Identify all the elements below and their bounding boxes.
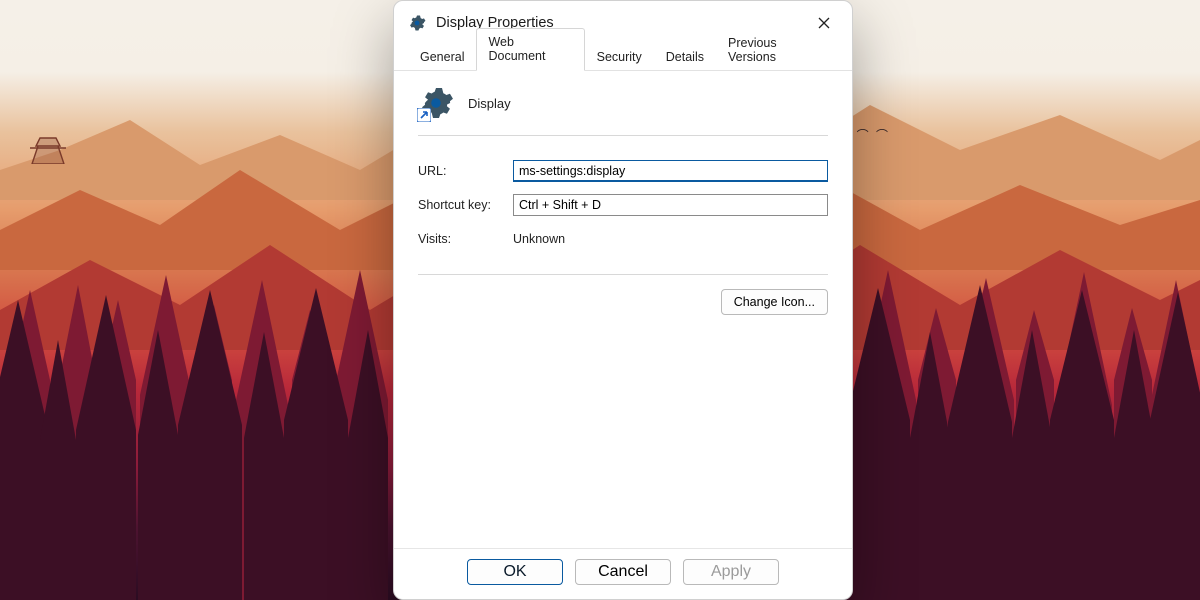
- ok-button[interactable]: OK: [467, 559, 563, 585]
- wallpaper-watchtower: [28, 136, 68, 164]
- close-icon: [818, 17, 830, 29]
- shortcut-key-label: Shortcut key:: [418, 198, 513, 212]
- tab-strip: General Web Document Security Details Pr…: [394, 41, 852, 71]
- gear-icon: [408, 14, 426, 32]
- shortcut-overlay-icon: [417, 108, 431, 122]
- form: URL: Shortcut key: Visits: Unknown: [418, 136, 828, 275]
- display-shortcut-icon: [418, 85, 454, 121]
- properties-dialog: Display Properties General Web Document …: [393, 0, 853, 600]
- dialog-body: Display URL: Shortcut key: Visits:: [394, 71, 852, 548]
- tab-details[interactable]: Details: [654, 43, 716, 71]
- change-icon-button[interactable]: Change Icon...: [721, 289, 828, 315]
- shortcut-key-input[interactable]: [513, 194, 828, 216]
- cancel-button[interactable]: Cancel: [575, 559, 671, 585]
- dialog-footer: OK Cancel Apply: [394, 548, 852, 599]
- url-input[interactable]: [513, 160, 828, 182]
- tab-previous-versions[interactable]: Previous Versions: [716, 29, 838, 71]
- tab-web-document[interactable]: Web Document: [476, 28, 584, 71]
- visits-label: Visits:: [418, 232, 513, 246]
- desktop-wallpaper: ︵ ︵: [0, 0, 1200, 600]
- tab-security[interactable]: Security: [585, 43, 654, 71]
- target-name: Display: [468, 96, 511, 111]
- apply-button[interactable]: Apply: [683, 559, 779, 585]
- target-header: Display: [418, 85, 828, 136]
- visits-value: Unknown: [513, 232, 565, 246]
- url-label: URL:: [418, 164, 513, 178]
- wallpaper-birds: ︵ ︵: [857, 118, 890, 135]
- tab-general[interactable]: General: [408, 43, 476, 71]
